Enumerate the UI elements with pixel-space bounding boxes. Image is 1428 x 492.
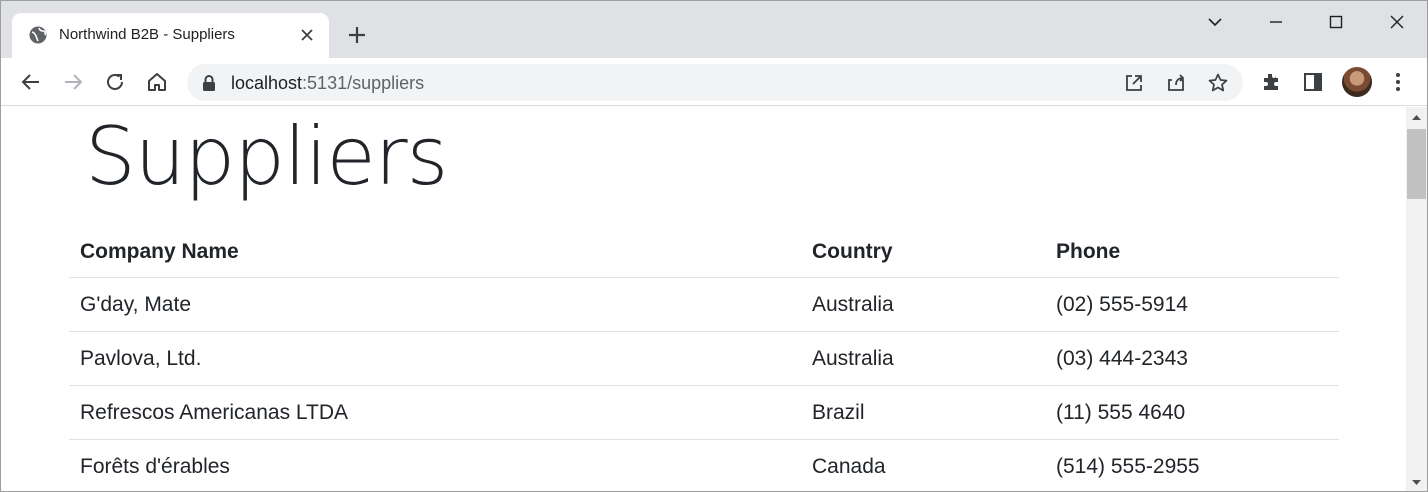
close-icon[interactable] [297, 25, 317, 45]
cell-phone: (03) 444-2343 [1056, 347, 1188, 370]
scrollbar-thumb[interactable] [1407, 129, 1426, 199]
cell-phone: (514) 555-2955 [1056, 455, 1200, 478]
scroll-up-arrow-icon[interactable] [1406, 107, 1427, 127]
address-bar[interactable]: localhost:5131/suppliers [187, 64, 1243, 101]
table-row: Refrescos Americanas LTDA Brazil (11) 55… [69, 386, 1339, 440]
cell-phone: (02) 555-5914 [1056, 293, 1188, 316]
lock-icon[interactable] [201, 74, 217, 92]
page-viewport: Suppliers Company Name Country Phone G'd… [1, 107, 1406, 491]
tab-strip: Northwind B2B - Suppliers [1, 1, 1427, 58]
forward-icon[interactable] [61, 70, 85, 94]
table-row: Forêts d'érables Canada (514) 555-2955 [69, 440, 1339, 491]
cell-phone: (11) 555 4640 [1056, 401, 1186, 424]
minimize-icon[interactable] [1263, 9, 1289, 35]
url-path: :5131/suppliers [302, 73, 425, 93]
open-in-app-icon[interactable] [1122, 71, 1146, 95]
cell-country: Australia [812, 347, 894, 370]
column-header-phone: Phone [1056, 240, 1121, 263]
table-header-row: Company Name Country Phone [69, 223, 1339, 278]
home-icon[interactable] [145, 70, 169, 94]
kebab-menu-icon[interactable] [1386, 70, 1410, 94]
browser-toolbar: localhost:5131/suppliers [1, 58, 1427, 106]
share-icon[interactable] [1164, 71, 1188, 95]
window-close-icon[interactable] [1384, 9, 1410, 35]
avatar[interactable] [1342, 67, 1372, 97]
table-row: G'day, Mate Australia (02) 555-5914 [69, 278, 1339, 332]
url-host: localhost [231, 73, 303, 93]
cell-country: Australia [812, 293, 894, 316]
globe-icon [29, 26, 47, 44]
side-panel-icon[interactable] [1301, 70, 1325, 94]
column-header-company-name: Company Name [80, 240, 239, 263]
tab-suppliers[interactable]: Northwind B2B - Suppliers [12, 13, 329, 58]
cell-country: Brazil [812, 401, 865, 424]
plus-icon[interactable] [345, 23, 369, 47]
maximize-icon[interactable] [1323, 9, 1349, 35]
cell-company-name: Forêts d'érables [80, 455, 230, 478]
url-text[interactable]: localhost:5131/suppliers [231, 73, 424, 94]
cell-company-name: Refrescos Americanas LTDA [80, 401, 349, 424]
browser-window: Northwind B2B - Suppliers localhost:5131… [0, 0, 1428, 492]
suppliers-table: Company Name Country Phone G'day, Mate A… [69, 223, 1339, 491]
reload-icon[interactable] [103, 70, 127, 94]
table-row: Pavlova, Ltd. Australia (03) 444-2343 [69, 332, 1339, 386]
cell-country: Canada [812, 455, 886, 478]
cell-company-name: G'day, Mate [80, 293, 191, 316]
page-title: Suppliers [85, 110, 448, 203]
cell-company-name: Pavlova, Ltd. [80, 347, 202, 370]
tab-title: Northwind B2B - Suppliers [59, 26, 235, 43]
chevron-down-icon[interactable] [1202, 9, 1228, 35]
vertical-scrollbar[interactable] [1406, 107, 1427, 492]
star-icon[interactable] [1206, 71, 1230, 95]
scroll-down-arrow-icon[interactable] [1406, 473, 1427, 492]
extensions-icon[interactable] [1259, 70, 1283, 94]
back-icon[interactable] [19, 70, 43, 94]
column-header-country: Country [812, 240, 893, 263]
